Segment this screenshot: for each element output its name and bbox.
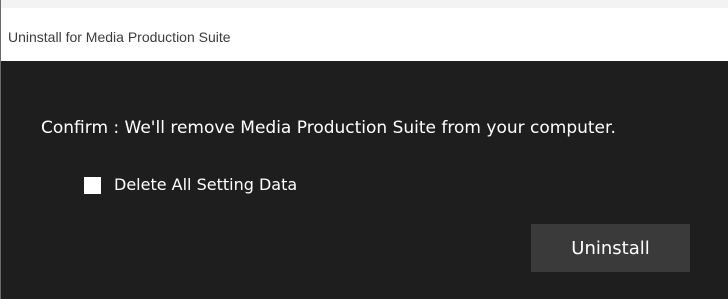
window-title: Uninstall for Media Production Suite <box>8 29 231 45</box>
delete-setting-data-label[interactable]: Delete All Setting Data <box>114 175 297 195</box>
title-bar[interactable]: Uninstall for Media Production Suite <box>1 0 728 61</box>
delete-setting-data-checkbox[interactable] <box>84 176 101 194</box>
uninstall-button[interactable]: Uninstall <box>531 224 690 272</box>
title-bar-strip <box>1 0 728 8</box>
confirm-message: Confirm : We'll remove Media Production … <box>41 118 616 138</box>
dialog-content: Confirm : We'll remove Media Production … <box>1 61 728 299</box>
uninstall-window: Uninstall for Media Production Suite Con… <box>0 0 728 299</box>
delete-setting-data-option[interactable]: Delete All Setting Data <box>84 175 297 195</box>
